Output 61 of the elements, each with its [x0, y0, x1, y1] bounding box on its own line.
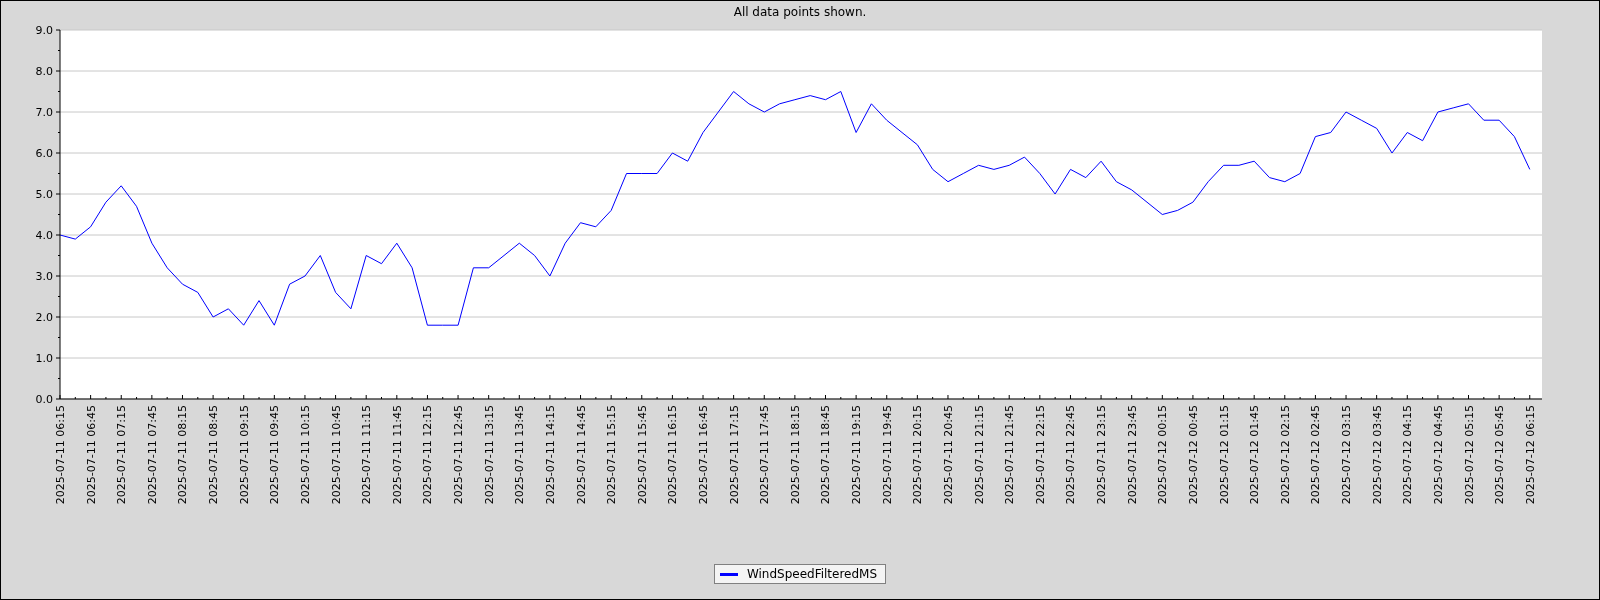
axis-tick-label: 2025-07-11 07:15 [115, 405, 129, 505]
axis-tick-label: 2.0 [35, 311, 53, 324]
axis-tick-label: 2025-07-11 12:45 [452, 405, 466, 505]
axis-tick-label: 2025-07-11 13:15 [482, 405, 496, 505]
axis-tick-label: 2025-07-11 16:45 [697, 405, 710, 505]
axis-tick-label: 1.0 [35, 352, 53, 365]
axis-tick-label: 2025-07-12 05:15 [1462, 405, 1476, 505]
axis-tick-label: 2025-07-12 02:45 [1309, 405, 1323, 505]
axis-tick-label: 2025-07-11 06:15 [54, 405, 67, 505]
axis-tick-label: 2025-07-12 01:45 [1248, 405, 1262, 505]
axis-tick-label: 2025-07-12 00:15 [1156, 405, 1170, 505]
axis-tick-label: 9.0 [35, 24, 53, 37]
axis-tick-label: 2025-07-11 20:45 [942, 405, 955, 505]
axis-tick-label: 2025-07-11 12:15 [421, 405, 435, 505]
legend-label: WindSpeedFilteredMS [746, 567, 878, 581]
axis-tick-label: 2025-07-11 18:45 [819, 405, 833, 505]
axis-tick-label: 2025-07-11 11:45 [390, 405, 404, 505]
axis-tick-label: 2025-07-11 18:15 [788, 405, 802, 505]
axis-tick-label: 7.0 [35, 106, 53, 119]
axis-tick-label: 2025-07-11 20:15 [911, 405, 925, 505]
axis-tick-label: 2025-07-11 16:15 [666, 405, 680, 505]
axis-tick-label: 2025-07-11 23:45 [1125, 405, 1139, 505]
axis-tick-label: 2025-07-11 14:45 [574, 405, 588, 505]
axis-tick-label: 2025-07-11 21:45 [1003, 405, 1017, 505]
axis-tick-label: 2025-07-12 03:15 [1340, 405, 1354, 505]
axis-tick-label: 5.0 [35, 188, 53, 201]
axis-tick-label: 2025-07-12 04:15 [1401, 405, 1415, 505]
axis-tick-label: 2025-07-11 07:45 [145, 405, 159, 505]
axis-tick-label: 2025-07-11 09:45 [268, 405, 282, 505]
axis-tick-label: 2025-07-11 08:45 [207, 405, 221, 505]
axis-tick-label: 2025-07-11 22:15 [1033, 405, 1047, 505]
axis-tick-label: 4.0 [35, 229, 53, 242]
axis-tick-label: 2025-07-11 21:15 [972, 405, 986, 505]
axis-tick-label: 2025-07-11 17:45 [758, 405, 772, 505]
axis-tick-label: 2025-07-11 17:15 [727, 405, 741, 505]
axis-tick-label: 2025-07-12 03:45 [1370, 405, 1384, 505]
axis-tick-label: 2025-07-11 10:45 [329, 405, 343, 505]
axis-tick-label: 8.0 [35, 65, 53, 78]
axis-tick-label: 0.0 [35, 393, 53, 406]
axis-tick-label: 2025-07-12 05:45 [1493, 405, 1507, 505]
axis-tick-label: 2025-07-11 11:15 [360, 405, 374, 505]
axis-tick-label: 2025-07-11 23:15 [1095, 405, 1109, 505]
axis-tick-label: 2025-07-11 14:15 [543, 405, 557, 505]
axis-tick-label: 2025-07-11 09:15 [237, 405, 251, 505]
axis-tick-label: 2025-07-12 00:45 [1186, 405, 1200, 505]
axis-tick-label: 2025-07-11 08:15 [176, 405, 190, 505]
axis-tick-label: 2025-07-11 13:45 [513, 405, 527, 505]
axis-tick-label: 2025-07-11 19:45 [880, 405, 894, 505]
axis-tick-label: 3.0 [35, 270, 53, 283]
axis-tick-label: 2025-07-12 02:15 [1278, 405, 1292, 505]
axis-tick-label: 2025-07-11 15:45 [635, 405, 649, 505]
axis-tick-label: 2025-07-11 06:45 [84, 405, 98, 505]
axis-tick-label: 2025-07-11 22:45 [1064, 405, 1078, 505]
axis-tick-label: 2025-07-11 15:15 [605, 405, 619, 505]
axis-tick-label: 2025-07-11 19:15 [850, 405, 864, 505]
axis-tick-label: 2025-07-11 10:15 [298, 405, 312, 505]
axis-tick-label: 2025-07-12 06:15 [1523, 405, 1537, 505]
axis-tick-label: 6.0 [35, 147, 53, 160]
chart-title: All data points shown. [732, 4, 868, 21]
axis-tick-label: 2025-07-12 01:15 [1217, 405, 1231, 505]
axis-tick-label: 2025-07-12 04:45 [1431, 405, 1445, 505]
